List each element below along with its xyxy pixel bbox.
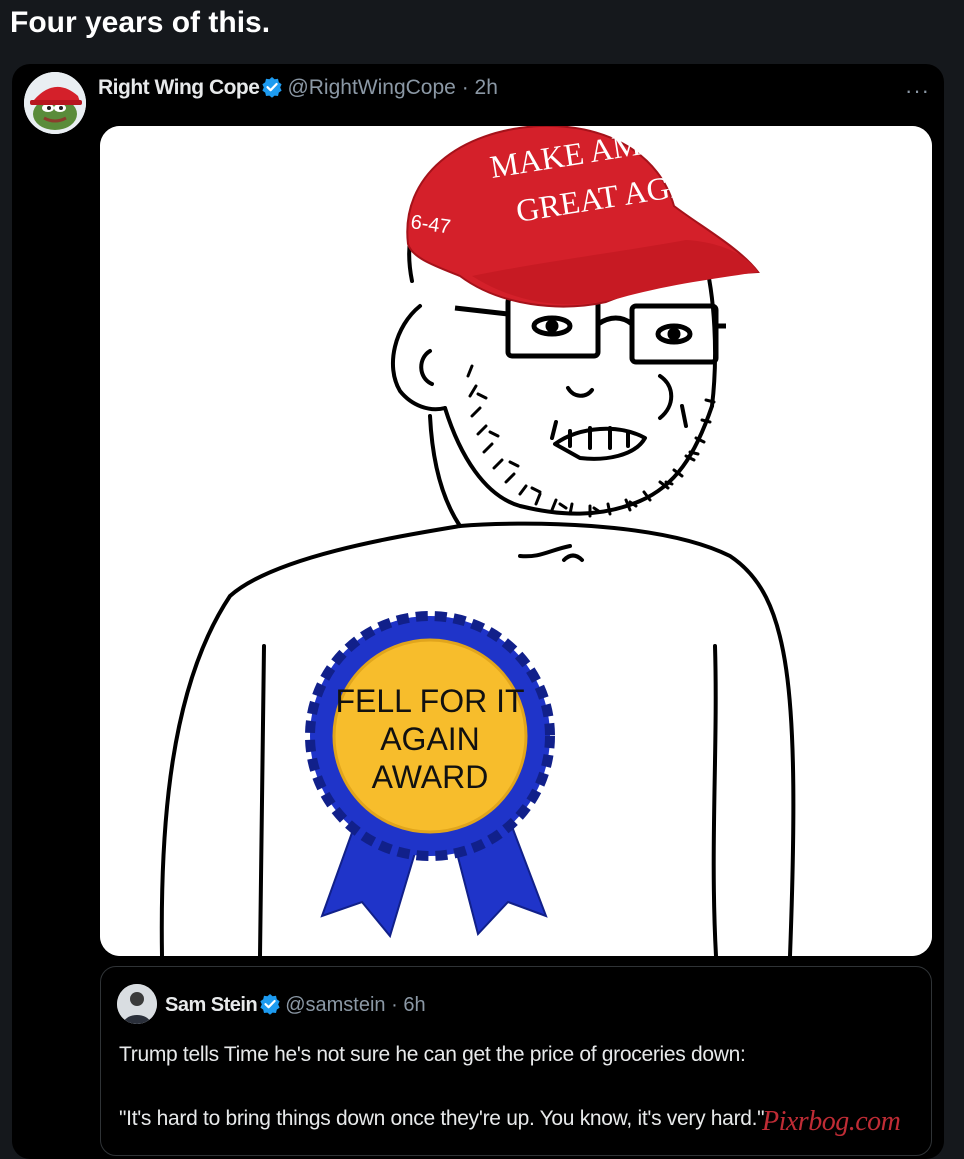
quote-text-line-1: Trump tells Time he's not sure he can ge… (119, 1043, 746, 1066)
quote-author-handle[interactable]: @samstein (285, 994, 385, 1016)
verified-badge-icon (261, 76, 283, 106)
award-text-line-2: AGAIN (380, 721, 480, 757)
watermark: Pixrbog.com (762, 1106, 901, 1137)
separator-dot: · (391, 994, 398, 1016)
meme-image[interactable]: MAKE AMERI GREAT AGAI 6-47 FELL FOR IT A… (100, 126, 932, 956)
quote-header: Sam Stein @samstein · 6h (165, 991, 426, 1023)
separator-dot: · (461, 76, 469, 99)
tweet-header: Right Wing Cope @RightWingCope · 2h (98, 74, 498, 106)
post-title: Four years of this. (10, 6, 271, 39)
quote-post-time[interactable]: 6h (403, 994, 425, 1016)
verified-badge-icon (259, 993, 281, 1023)
tweet-card[interactable]: Right Wing Cope @RightWingCope · 2h ··· (12, 64, 944, 1159)
award-text-line-3: AWARD (372, 759, 489, 795)
more-options-icon[interactable]: ··· (905, 78, 930, 104)
post-time[interactable]: 2h (475, 76, 498, 99)
quote-text-line-2: "It's hard to bring things down once the… (119, 1107, 765, 1130)
quote-author-display-name[interactable]: Sam Stein (165, 994, 258, 1016)
award-text-line-1: FELL FOR IT (335, 683, 524, 719)
sam-stein-avatar-icon[interactable] (117, 984, 157, 1024)
author-handle[interactable]: @RightWingCope (287, 76, 455, 99)
pepe-maga-avatar-icon[interactable] (24, 72, 86, 134)
author-display-name[interactable]: Right Wing Cope (98, 76, 260, 99)
